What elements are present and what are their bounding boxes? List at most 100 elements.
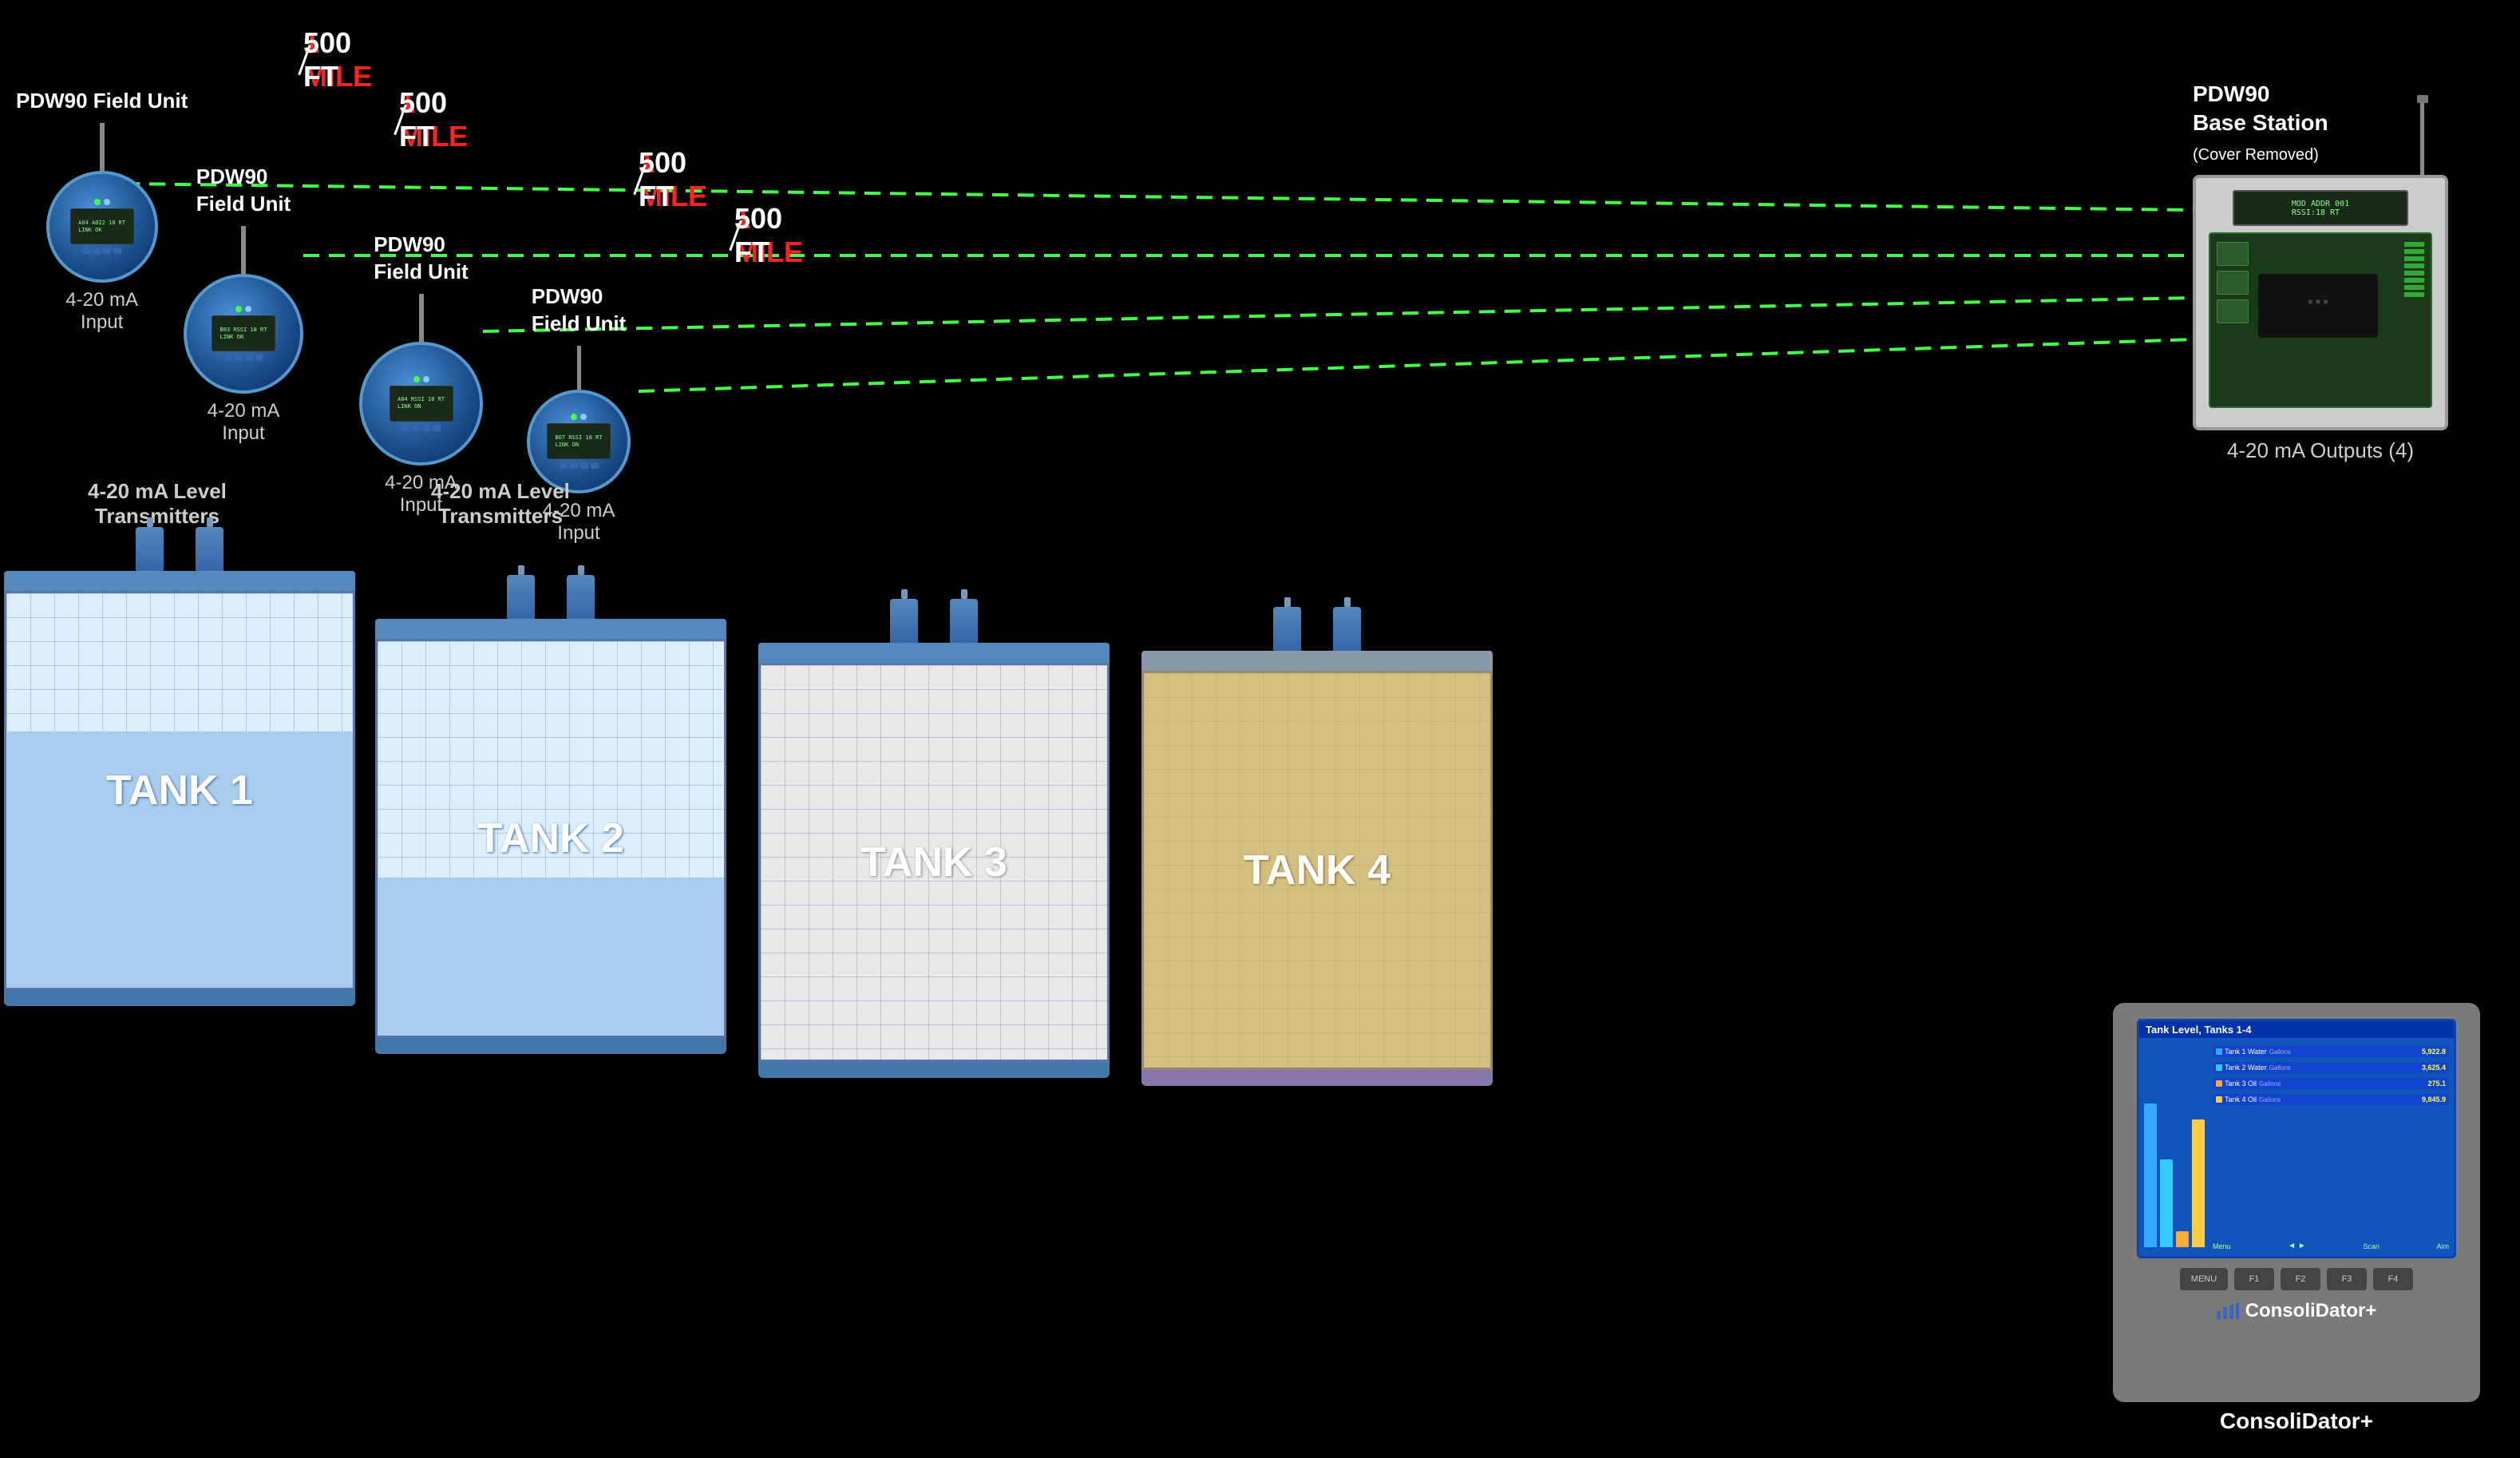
transmitter-4b bbox=[1333, 607, 1361, 651]
bar-3 bbox=[2176, 1231, 2189, 1247]
terminal-3 bbox=[2404, 256, 2424, 261]
device-lights-3 bbox=[413, 376, 429, 382]
btn-1c[interactable] bbox=[103, 248, 111, 254]
base-pcb: ■ ■ ■ bbox=[2209, 232, 2432, 408]
antenna-1 bbox=[100, 123, 105, 171]
base-station-device: MOD ADDR 001RSSI:18 RT bbox=[2193, 175, 2448, 430]
f4-button[interactable]: F4 bbox=[2373, 1268, 2413, 1290]
device-buttons-1 bbox=[82, 248, 121, 254]
readings-list: Tank 1 Water Gallons 5,922.8 Tank 2 Wate… bbox=[2213, 1043, 2449, 1250]
consolidator-label-below: ConsoliDator+ bbox=[2113, 1408, 2480, 1434]
btn-1a[interactable] bbox=[82, 248, 90, 254]
module-1 bbox=[2217, 242, 2249, 266]
btn-2c[interactable] bbox=[245, 355, 253, 361]
btn-2d[interactable] bbox=[255, 355, 263, 361]
tank-4-container: TANK 4 bbox=[1141, 607, 1493, 1086]
device-screen-4: B07 RSSI 18 RTLINK ON bbox=[547, 423, 611, 459]
reading-1-name: Tank 1 Water bbox=[2225, 1048, 2267, 1056]
tank-1-body: TANK 1 bbox=[4, 591, 355, 990]
tank-3-container: TANK 3 bbox=[758, 599, 1110, 1078]
bar-wrap-3 bbox=[2176, 1231, 2189, 1247]
tank-4-top bbox=[1141, 651, 1493, 671]
screen-scan: Scan bbox=[2363, 1242, 2380, 1250]
light-blue-3 bbox=[423, 376, 429, 382]
btn-4a[interactable] bbox=[560, 462, 568, 469]
consolidator-screen: Tank Level, Tanks 1-4 bbox=[2137, 1019, 2456, 1258]
distance-1: 1 MILE 500 FT bbox=[303, 44, 306, 76]
reading-2-value: 3,625.4 bbox=[2422, 1064, 2446, 1072]
f3-button[interactable]: F3 bbox=[2327, 1268, 2367, 1290]
antenna-2 bbox=[241, 226, 246, 274]
tank-3-body: TANK 3 bbox=[758, 663, 1110, 1062]
field-unit-3-label: PDW90Field Unit bbox=[374, 232, 468, 286]
tank-2-label: TANK 2 bbox=[378, 814, 724, 862]
bar-wrap-4 bbox=[2192, 1119, 2205, 1247]
tank-3-bottom bbox=[758, 1062, 1110, 1078]
transmitter-2b bbox=[567, 575, 595, 619]
base-station: PDW90 Base Station (Cover Removed) MOD A… bbox=[2193, 80, 2448, 463]
device-lights-2 bbox=[235, 306, 251, 312]
btn-1b[interactable] bbox=[93, 248, 101, 254]
screen-menu: Menu bbox=[2213, 1242, 2231, 1250]
distance-4: 1 MILE 500 FT bbox=[734, 220, 737, 252]
field-unit-2: PDW90Field Unit B03 RSSI 18 RTLINK ON 4-… bbox=[184, 164, 303, 445]
transmitter-3b bbox=[950, 599, 978, 643]
base-screen: MOD ADDR 001RSSI:18 RT bbox=[2233, 190, 2408, 226]
transmitter-2a bbox=[507, 575, 535, 619]
screen-content: Tank 1 Water Gallons 5,922.8 Tank 2 Wate… bbox=[2139, 1038, 2454, 1255]
btn-4c[interactable] bbox=[580, 462, 588, 469]
btn-1d[interactable] bbox=[113, 248, 121, 254]
tank-1-top bbox=[4, 571, 355, 591]
btn-2a[interactable] bbox=[224, 355, 232, 361]
transmitter-3b-cap bbox=[961, 589, 967, 599]
reading-3-unit: Gallons bbox=[2259, 1080, 2281, 1088]
screen-text-2: B03 RSSI 18 RTLINK ON bbox=[220, 327, 267, 341]
tank-1-transmitters bbox=[4, 527, 355, 571]
reading-1-unit: Gallons bbox=[2269, 1048, 2291, 1056]
antenna-3 bbox=[419, 294, 424, 342]
screen-text-4: B07 RSSI 18 RTLINK ON bbox=[555, 434, 602, 449]
device-screen-2: B03 RSSI 18 RTLINK ON bbox=[212, 315, 275, 351]
tank-1-label: TANK 1 bbox=[6, 767, 353, 814]
device-screen-1: A04 A022 18 RTLINK OK bbox=[70, 208, 134, 244]
terminal-2 bbox=[2404, 249, 2424, 254]
terminal-blocks-right bbox=[2404, 242, 2424, 297]
base-output-label: 4-20 mA Outputs (4) bbox=[2193, 438, 2448, 463]
tank-1-bottom bbox=[4, 990, 355, 1006]
reading-1-info: Tank 1 Water Gallons bbox=[2216, 1048, 2291, 1056]
tank-3-top bbox=[758, 643, 1110, 663]
reading-row-1: Tank 1 Water Gallons 5,922.8 bbox=[2213, 1046, 2449, 1057]
bar-4 bbox=[2192, 1119, 2205, 1247]
reading-4-name: Tank 4 Oil bbox=[2225, 1095, 2257, 1103]
reading-1-value: 5,922.8 bbox=[2422, 1048, 2446, 1056]
menu-button[interactable]: MENU bbox=[2180, 1268, 2228, 1290]
f2-button[interactable]: F2 bbox=[2281, 1268, 2320, 1290]
consolidator-name: ConsoliDator+ bbox=[2245, 1300, 2377, 1322]
terminal-7 bbox=[2404, 285, 2424, 290]
btn-3b[interactable] bbox=[412, 425, 420, 431]
transmitter-1b bbox=[196, 527, 224, 571]
btn-3d[interactable] bbox=[433, 425, 441, 431]
reading-4-info: Tank 4 Oil Gallons bbox=[2216, 1095, 2281, 1103]
antenna-4 bbox=[577, 346, 581, 390]
transmitter-1a-cap bbox=[147, 517, 153, 527]
btn-4b[interactable] bbox=[570, 462, 578, 469]
btn-3a[interactable] bbox=[402, 425, 409, 431]
btn-2b[interactable] bbox=[235, 355, 243, 361]
btn-4d[interactable] bbox=[591, 462, 599, 469]
btn-3c[interactable] bbox=[422, 425, 430, 431]
f1-button[interactable]: F1 bbox=[2234, 1268, 2274, 1290]
reading-row-2: Tank 2 Water Gallons 3,625.4 bbox=[2213, 1062, 2449, 1073]
module-3 bbox=[2217, 299, 2249, 323]
base-screen-text: MOD ADDR 001RSSI:18 RT bbox=[2292, 200, 2349, 217]
field-unit-2-input: 4-20 mAInput bbox=[208, 400, 280, 445]
field-unit-4-label: PDW90Field Unit bbox=[532, 283, 626, 338]
screen-text-3: A04 RSSI 18 RTLINK ON bbox=[398, 396, 445, 410]
light-green-3 bbox=[413, 376, 420, 382]
chip-text: ■ ■ ■ bbox=[2258, 274, 2378, 305]
light-blue-1 bbox=[104, 199, 110, 205]
reading-row-4: Tank 4 Oil Gallons 9,845.9 bbox=[2213, 1094, 2449, 1105]
terminal-6 bbox=[2404, 278, 2424, 283]
distance-3: 1 MILE 500 FT bbox=[639, 164, 641, 196]
field-unit-1-input: 4-20 mAInput bbox=[65, 289, 138, 334]
